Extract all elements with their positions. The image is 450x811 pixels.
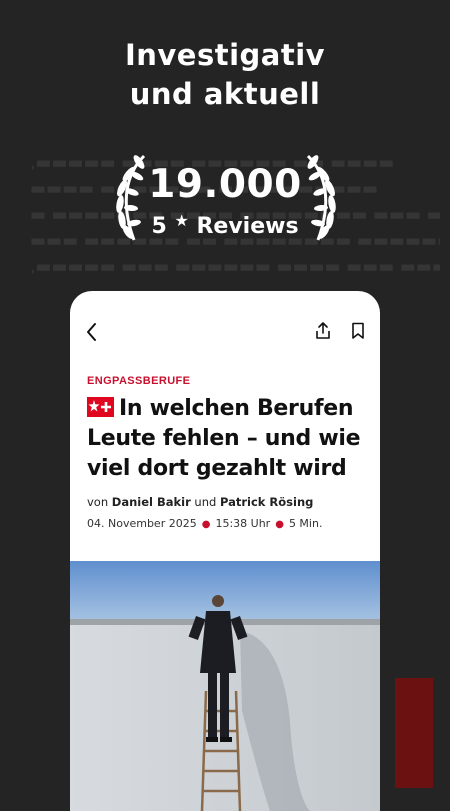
article-image[interactable] xyxy=(70,561,380,811)
article-read-time: 5 Min. xyxy=(288,517,323,530)
separator-dot: ● xyxy=(275,519,284,530)
article-byline: von Daniel Bakir und Patrick Rösing xyxy=(87,495,313,509)
review-label: 5 ★ Reviews xyxy=(140,206,310,242)
headline-line-1: Investigativ xyxy=(124,38,326,72)
article-time: 15:38 Uhr xyxy=(215,517,271,530)
article-title[interactable]: In welchen Berufen Leute fehlen – und wi… xyxy=(87,394,375,484)
title-line-3: viel dort gezahlt wird xyxy=(87,456,347,481)
share-icon[interactable] xyxy=(314,321,332,341)
red-decoration xyxy=(395,678,433,788)
article-date: 04. November 2025 xyxy=(87,517,197,530)
review-count: 19.000 xyxy=(148,162,302,207)
review-stars-count: 5 xyxy=(151,214,167,239)
bookmark-icon[interactable] xyxy=(351,322,365,340)
stern-plus-icon xyxy=(87,397,114,417)
review-label-text: Reviews xyxy=(196,214,299,239)
title-line-1-text: In welchen Berufen xyxy=(119,396,354,421)
title-line-1: In welchen Berufen xyxy=(87,394,375,424)
byline-and: und xyxy=(194,495,217,509)
article-meta: 04. November 2025 ● 15:38 Uhr ● 5 Min. xyxy=(87,517,322,530)
promo-headline: Investigativ und aktuell xyxy=(0,36,450,114)
byline-prefix: von xyxy=(87,495,109,509)
author-link-1[interactable]: Daniel Bakir xyxy=(112,495,191,509)
headline-line-2: und aktuell xyxy=(129,77,321,111)
author-link-2[interactable]: Patrick Rösing xyxy=(220,495,313,509)
separator-dot: ● xyxy=(201,519,211,530)
phone-mockup: ENGPASSBERUFE In welchen Berufen Leute f… xyxy=(70,291,380,811)
article-kicker: ENGPASSBERUFE xyxy=(87,375,191,387)
title-line-2: Leute fehlen – und wie xyxy=(87,426,361,451)
star-icon: ★ xyxy=(174,211,189,230)
chevron-left-icon[interactable] xyxy=(84,321,100,343)
